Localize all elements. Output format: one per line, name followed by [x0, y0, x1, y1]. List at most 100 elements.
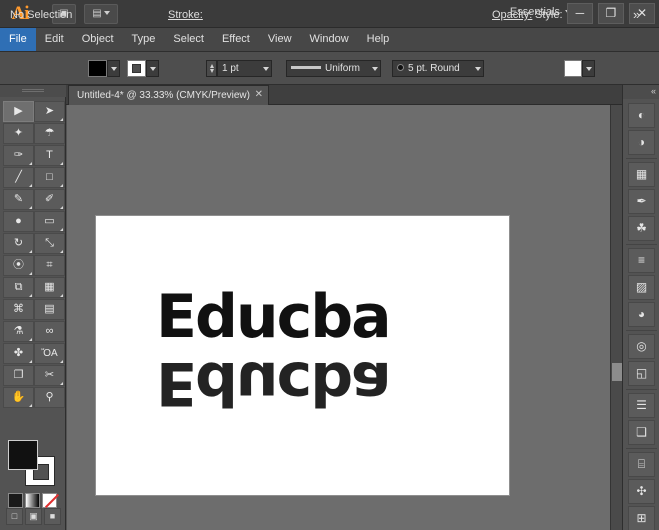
- full-screen-mode-button[interactable]: ■: [44, 508, 61, 525]
- menu-help[interactable]: Help: [358, 28, 399, 51]
- stroke-weight-combo[interactable]: 1 pt: [217, 60, 272, 77]
- line-segment-tool[interactable]: ╱: [3, 167, 34, 188]
- artboard-tool[interactable]: ❐: [3, 365, 34, 386]
- type-tool[interactable]: T: [34, 145, 65, 166]
- zoom-tool[interactable]: ⚲: [34, 387, 65, 408]
- control-bar-overflow-menu[interactable]: »: [633, 7, 640, 22]
- symbol-sprayer-tool[interactable]: ✤: [3, 343, 34, 364]
- transform-panel-button[interactable]: ✣: [628, 479, 655, 504]
- flyout-corner-icon: [60, 228, 63, 231]
- menu-file[interactable]: File: [0, 28, 36, 51]
- chevron-down-icon: [475, 67, 481, 71]
- blend-tool[interactable]: ∞: [34, 321, 65, 342]
- canvas-area[interactable]: Educba Educba: [67, 105, 622, 530]
- selection-tool[interactable]: ▶: [3, 101, 34, 122]
- brushes-panel-button[interactable]: ✒: [628, 189, 655, 214]
- perspective-grid-tool[interactable]: ▦: [34, 277, 65, 298]
- menu-type[interactable]: Type: [123, 28, 165, 51]
- flyout-corner-icon: [29, 360, 32, 363]
- gradient-tool[interactable]: ▤: [34, 299, 65, 320]
- fill-color-indicator[interactable]: [8, 440, 38, 470]
- lasso-tool[interactable]: ☂: [34, 123, 65, 144]
- free-transform-tool[interactable]: ⌗: [34, 255, 65, 276]
- appearance-panel-button[interactable]: ◎: [628, 334, 655, 359]
- mesh-tool[interactable]: ⌘: [3, 299, 34, 320]
- stroke-label[interactable]: Stroke:: [168, 9, 203, 21]
- full-screen-menu-mode-button[interactable]: ▣: [25, 508, 42, 525]
- maximize-button[interactable]: ❐: [597, 3, 624, 24]
- vertical-scrollbar[interactable]: [610, 105, 622, 530]
- column-graph-tool[interactable]: ὌA: [34, 343, 65, 364]
- artwork-group[interactable]: Educba Educba: [156, 284, 446, 424]
- stroke-color-dropdown[interactable]: [146, 60, 159, 77]
- menu-effect[interactable]: Effect: [213, 28, 259, 51]
- brush-round-icon: [397, 63, 404, 71]
- magic-wand-tool[interactable]: ✦: [3, 123, 34, 144]
- graphic-styles-panel-button[interactable]: ◱: [628, 361, 655, 386]
- dock-collapse-button[interactable]: «: [623, 85, 659, 99]
- blob-brush-tool[interactable]: ●: [3, 211, 34, 232]
- rotate-tool[interactable]: ↻: [3, 233, 34, 254]
- menu-edit[interactable]: Edit: [36, 28, 73, 51]
- stroke-color-swatch[interactable]: [127, 60, 146, 77]
- normal-screen-mode-button[interactable]: □: [6, 508, 23, 525]
- direct-selection-tool[interactable]: ➤: [34, 101, 65, 122]
- opacity-label[interactable]: Opacity:: [492, 9, 532, 21]
- fill-color-swatch[interactable]: [88, 60, 107, 77]
- fill-stroke-control: [8, 440, 56, 486]
- flyout-corner-icon: [60, 184, 63, 187]
- brush-definition-combo[interactable]: 5 pt. Round: [392, 60, 484, 77]
- artboard[interactable]: Educba Educba: [95, 215, 510, 496]
- selection-tool-icon: ▶: [14, 105, 23, 117]
- tools-panel-grip[interactable]: [0, 85, 66, 97]
- symbols-panel-button[interactable]: ☘: [628, 216, 655, 241]
- align-panel-button[interactable]: ⌸: [628, 452, 655, 477]
- width-tool[interactable]: ⦿: [3, 255, 34, 276]
- artwork-reflection-text[interactable]: Educba: [156, 346, 446, 416]
- stroke-profile-combo[interactable]: Uniform: [286, 60, 381, 77]
- scale-tool[interactable]: ⤡: [34, 233, 65, 254]
- lasso-tool-icon: ☂: [44, 127, 55, 139]
- graphic-style-dropdown[interactable]: [582, 60, 595, 77]
- minimize-button[interactable]: ─: [566, 3, 593, 24]
- menu-select[interactable]: Select: [164, 28, 213, 51]
- color-swatch[interactable]: [8, 493, 23, 508]
- artwork-text[interactable]: Educba: [156, 284, 446, 354]
- pathfinder-panel-button[interactable]: ⊞: [628, 506, 655, 530]
- arrange-documents-button[interactable]: ▤: [84, 4, 118, 24]
- pen-tool[interactable]: ✑: [3, 145, 34, 166]
- close-icon[interactable]: ✕: [255, 89, 263, 101]
- pencil-tool[interactable]: ✐: [34, 189, 65, 210]
- gradient-swatch[interactable]: [25, 493, 40, 508]
- shape-builder-tool[interactable]: ⧉: [3, 277, 34, 298]
- eraser-tool[interactable]: ▭: [34, 211, 65, 232]
- eyedropper-tool[interactable]: ⚗: [3, 321, 34, 342]
- hand-tool[interactable]: ✋: [3, 387, 34, 408]
- slice-tool[interactable]: ✂: [34, 365, 65, 386]
- menu-window[interactable]: Window: [301, 28, 358, 51]
- layers-panel-button[interactable]: ☰: [628, 393, 655, 418]
- brush-definition-value: 5 pt. Round: [408, 63, 460, 74]
- swatches-panel-button[interactable]: ▦: [628, 162, 655, 187]
- fill-color-dropdown[interactable]: [107, 60, 120, 77]
- flyout-corner-icon: [29, 184, 32, 187]
- document-tab-bar: Untitled-4* @ 33.33% (CMYK/Preview) ✕: [0, 85, 659, 105]
- menu-view[interactable]: View: [259, 28, 301, 51]
- document-tab[interactable]: Untitled-4* @ 33.33% (CMYK/Preview) ✕: [68, 85, 269, 105]
- vertical-scrollbar-thumb[interactable]: [612, 363, 622, 381]
- chevron-down-icon: [263, 67, 269, 71]
- gradient-panel-button[interactable]: ▨: [628, 275, 655, 300]
- illustrator-window: Ai ▣ ▤ Essentials ─ ❐ ✕ File Edit Object Ty…: [0, 0, 659, 530]
- window-controls: ─ ❐ ✕: [565, 3, 655, 24]
- menu-object[interactable]: Object: [73, 28, 123, 51]
- color-guide-panel-button[interactable]: ◑: [628, 130, 655, 155]
- stroke-panel-button[interactable]: ≡: [628, 248, 655, 273]
- paintbrush-tool[interactable]: ✎: [3, 189, 34, 210]
- rectangle-tool[interactable]: □: [34, 167, 65, 188]
- color-panel-button[interactable]: ◐: [628, 103, 655, 128]
- graphic-style-swatch[interactable]: [564, 60, 582, 77]
- none-swatch[interactable]: [42, 493, 60, 509]
- stroke-weight-stepper[interactable]: [206, 60, 217, 77]
- artboards-panel-button[interactable]: ❑: [628, 420, 655, 445]
- transparency-panel-button[interactable]: ◕: [628, 302, 655, 327]
